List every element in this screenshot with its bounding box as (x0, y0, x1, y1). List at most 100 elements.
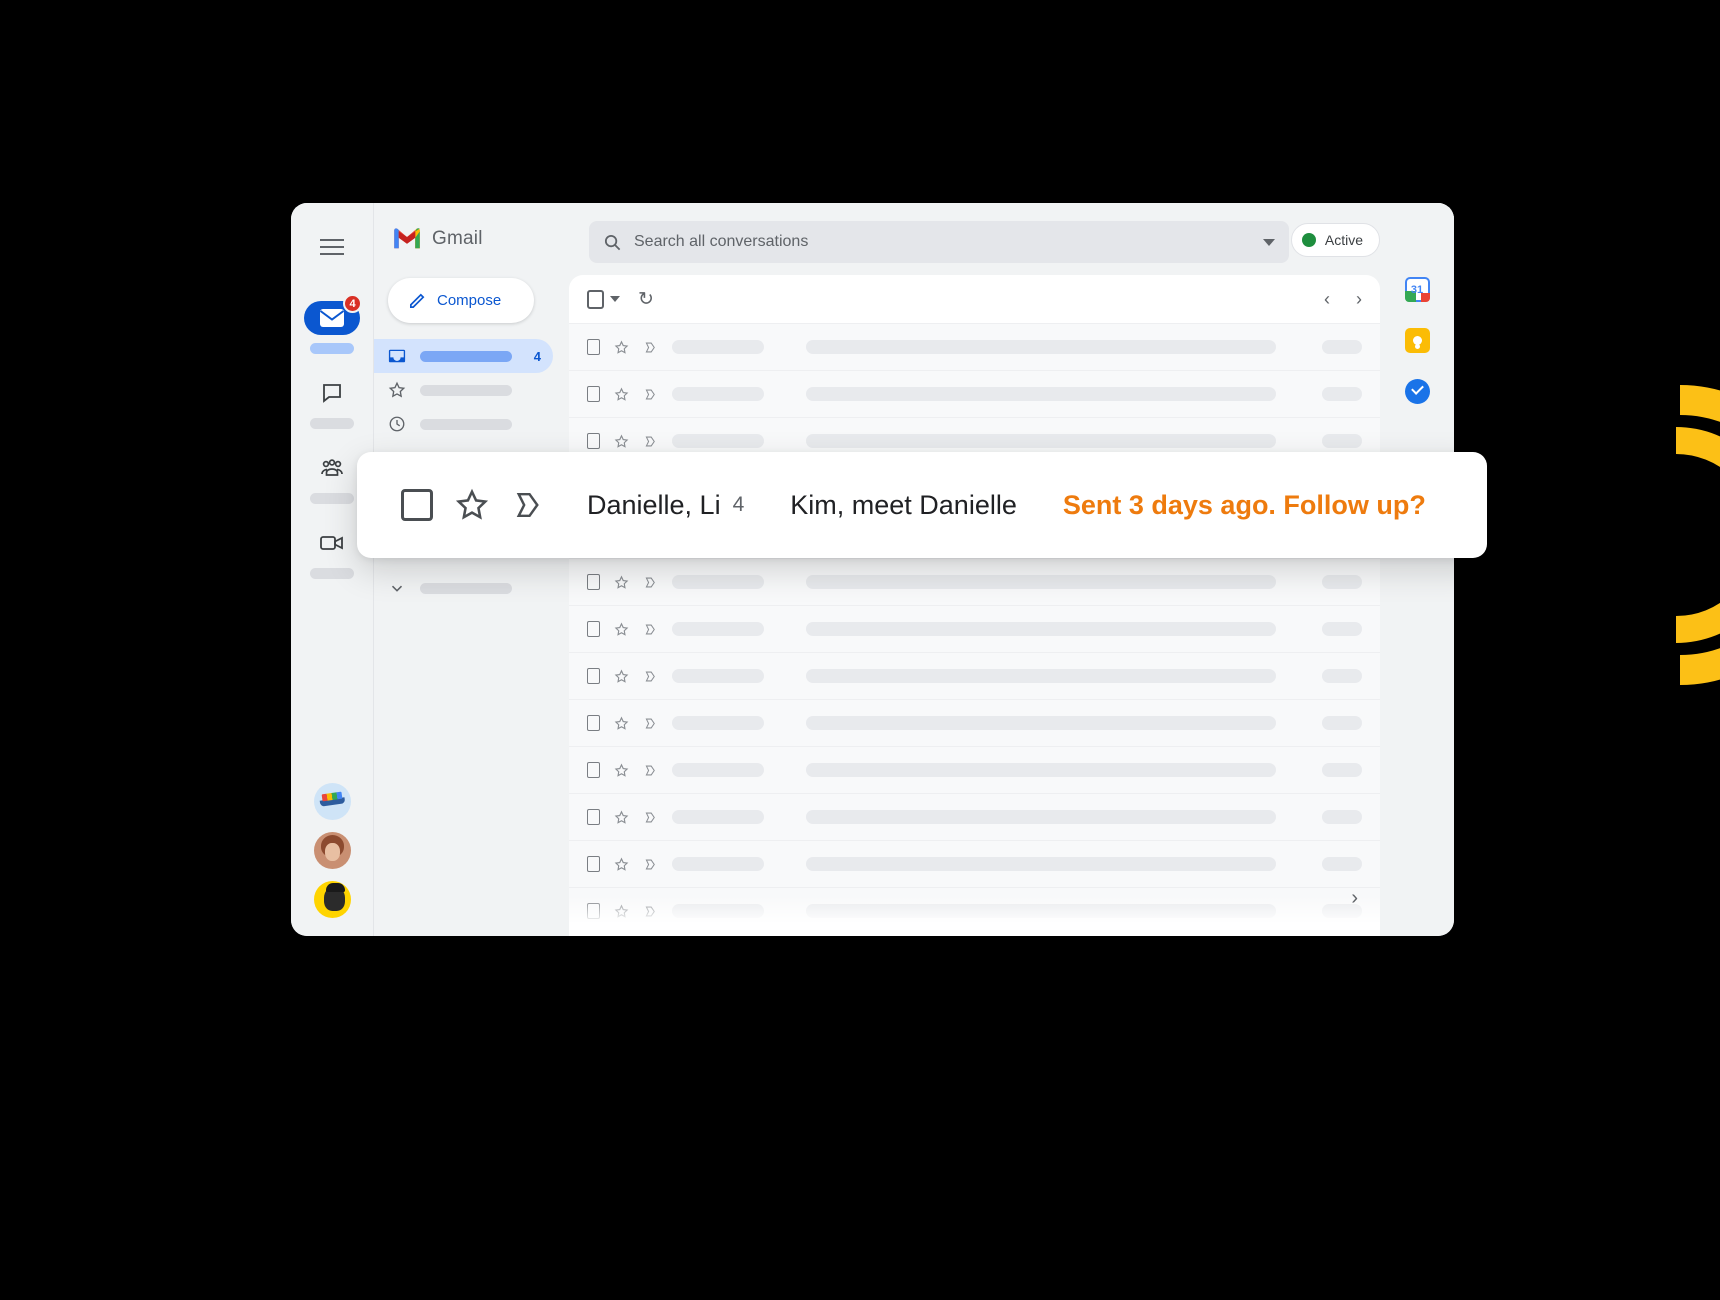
mail-icon: 4 (304, 294, 362, 335)
woman-portrait-avatar[interactable] (313, 832, 351, 869)
brand-label: Gmail (432, 227, 483, 249)
table-row[interactable] (569, 887, 1380, 934)
screenshot-stage: 4 Gmail Compose 4 Search all conversatio… (0, 0, 1720, 1300)
arc-inner (1676, 427, 1720, 643)
checkbox-icon[interactable] (587, 762, 600, 778)
compose-button[interactable]: Compose (388, 278, 534, 323)
checkbox-icon[interactable] (587, 386, 600, 402)
important-marker-icon[interactable] (643, 763, 658, 778)
callout-followup-note: Sent 3 days ago. Follow up? (1062, 489, 1426, 520)
list-toolbar: ↻ ‹ › (569, 275, 1380, 323)
sidebar-item-meet[interactable] (304, 526, 360, 579)
calendar-icon[interactable]: 31 (1404, 277, 1430, 302)
sidebar-item-spaces[interactable] (304, 451, 360, 504)
star-outline-icon[interactable] (614, 763, 629, 778)
highlighted-email-callout[interactable]: Danielle, Li 4 Kim, meet Danielle Sent 3… (357, 452, 1487, 558)
important-marker-icon[interactable] (643, 716, 658, 731)
row-sender-placeholder (672, 575, 764, 589)
important-marker-icon[interactable] (511, 488, 545, 522)
table-row[interactable] (569, 558, 1380, 605)
star-outline-icon[interactable] (614, 434, 629, 449)
checkbox-icon[interactable] (587, 574, 600, 590)
row-sender-placeholder (672, 857, 764, 871)
folder-starred[interactable] (374, 373, 553, 407)
check-circle-icon[interactable] (1404, 379, 1430, 404)
table-row[interactable] (569, 793, 1380, 840)
important-marker-icon[interactable] (643, 904, 658, 919)
star-outline-icon[interactable] (614, 340, 629, 355)
row-date-placeholder (1322, 575, 1362, 589)
callout-sender: Danielle, Li (587, 489, 721, 520)
table-row[interactable] (569, 323, 1380, 370)
top-bar: Search all conversations Active (561, 203, 1454, 279)
yellow-portrait-avatar[interactable] (313, 881, 351, 918)
important-marker-icon[interactable] (643, 810, 658, 825)
refresh-icon[interactable]: ↻ (638, 288, 654, 311)
important-marker-icon[interactable] (643, 575, 658, 590)
sidebar-item-mail[interactable]: 4 (304, 294, 362, 354)
scroll-next-icon[interactable]: › (1351, 887, 1358, 910)
row-subject-placeholder (806, 810, 1276, 824)
star-outline-icon[interactable] (614, 810, 629, 825)
important-marker-icon[interactable] (643, 669, 658, 684)
folder-snoozed[interactable] (374, 407, 553, 441)
checkbox-icon[interactable] (401, 489, 433, 521)
star-outline-icon[interactable] (614, 716, 629, 731)
important-marker-icon[interactable] (643, 340, 658, 355)
checkbox-icon[interactable] (587, 433, 600, 449)
star-outline-icon[interactable] (614, 904, 629, 919)
checkbox-icon[interactable] (587, 621, 600, 637)
chevron-left-icon[interactable]: ‹ (1324, 289, 1330, 310)
chevron-right-icon[interactable]: › (1356, 289, 1362, 310)
checkbox-icon[interactable] (587, 856, 600, 872)
row-date-placeholder (1322, 622, 1362, 636)
table-row[interactable] (569, 370, 1380, 417)
calendar-day-label: 31 (1410, 283, 1424, 296)
lightbulb-icon[interactable] (1404, 328, 1430, 353)
table-row[interactable] (569, 840, 1380, 887)
checkbox-icon[interactable] (587, 715, 600, 731)
star-outline-icon[interactable] (455, 488, 489, 522)
caret-down-icon[interactable] (610, 296, 620, 302)
row-subject-placeholder (806, 622, 1276, 636)
email-row-list (569, 323, 1380, 934)
row-subject-placeholder (806, 763, 1276, 777)
folder-inbox[interactable]: 4 (374, 339, 553, 373)
sidebar-label-meet (310, 568, 354, 579)
important-marker-icon[interactable] (643, 434, 658, 449)
important-marker-icon[interactable] (643, 622, 658, 637)
row-date-placeholder (1322, 669, 1362, 683)
checkbox-icon[interactable] (587, 339, 600, 355)
checkbox-icon[interactable] (587, 289, 604, 309)
inbox-icon (388, 349, 406, 363)
row-date-placeholder (1322, 716, 1362, 730)
status-badge[interactable]: Active (1290, 223, 1380, 257)
star-outline-icon[interactable] (614, 857, 629, 872)
row-sender-placeholder (672, 669, 764, 683)
sidebar-label-mail (310, 343, 354, 354)
checkbox-icon[interactable] (587, 668, 600, 684)
important-marker-icon[interactable] (643, 857, 658, 872)
sidebar-item-chat[interactable] (304, 376, 360, 429)
table-row[interactable] (569, 746, 1380, 793)
star-outline-icon[interactable] (614, 575, 629, 590)
star-outline-icon[interactable] (614, 622, 629, 637)
row-date-placeholder (1322, 810, 1362, 824)
hamburger-icon[interactable] (312, 227, 352, 267)
checkbox-icon[interactable] (587, 809, 600, 825)
table-row[interactable] (569, 652, 1380, 699)
cargo-ship-avatar[interactable] (313, 783, 351, 820)
search-input[interactable]: Search all conversations (589, 221, 1289, 263)
star-outline-icon[interactable] (614, 387, 629, 402)
row-sender-placeholder (672, 387, 764, 401)
table-row[interactable] (569, 699, 1380, 746)
folder-more[interactable] (374, 571, 553, 605)
side-apps-rail: 31 (1380, 203, 1454, 936)
table-row[interactable] (569, 605, 1380, 652)
chevron-down-icon[interactable] (1263, 238, 1275, 246)
row-date-placeholder (1322, 340, 1362, 354)
chat-bubble-icon (304, 376, 360, 410)
checkbox-icon[interactable] (587, 903, 600, 919)
important-marker-icon[interactable] (643, 387, 658, 402)
star-outline-icon[interactable] (614, 669, 629, 684)
